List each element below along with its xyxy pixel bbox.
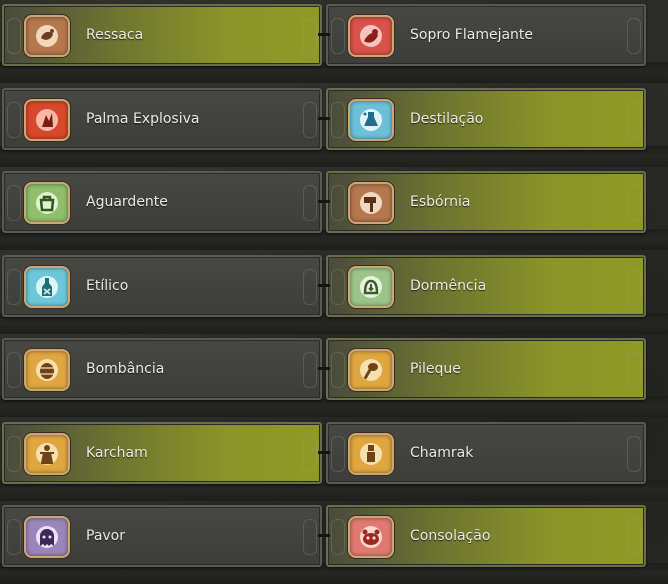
ornament-left [7, 18, 21, 54]
spell-card-left[interactable]: Aguardente [2, 171, 322, 233]
spell-card-left[interactable]: Palma Explosiva [2, 88, 322, 150]
ornament-right [627, 436, 641, 472]
rank-stars: ★ ★ [27, 381, 67, 391]
ornament-right [627, 269, 641, 305]
spell-card-right[interactable]: Esbórnia [326, 171, 646, 233]
ornament-right [303, 436, 317, 472]
rank-stars: ★ ★ [27, 465, 67, 475]
ornament-left [331, 519, 345, 555]
ornament-right [303, 352, 317, 388]
spell-row: Palma Explosiva Destilação [0, 84, 668, 167]
spell-card-right[interactable]: Sopro Flamejante [326, 4, 646, 66]
explosive-palm-icon [24, 99, 70, 141]
spell-name: Palma Explosiva [86, 111, 200, 127]
spell-name: Aguardente [86, 194, 168, 210]
spell-card-right[interactable]: ★ ★ Chamrak [326, 422, 646, 484]
fist-icon [24, 15, 70, 57]
spell-card-right[interactable]: Dormência [326, 255, 646, 317]
variant-connector [318, 534, 330, 537]
spell-card-right[interactable]: Destilação [326, 88, 646, 150]
ornament-left [7, 519, 21, 555]
spell-card-left[interactable]: Pavor [2, 505, 322, 567]
ornament-left [7, 185, 21, 221]
spell-row: Pavor Consolação [0, 501, 668, 584]
variant-connector [318, 117, 330, 120]
ornament-right [627, 102, 641, 138]
ornament-right [303, 18, 317, 54]
ornament-right [627, 352, 641, 388]
spell-name: Dormência [410, 278, 487, 294]
spell-row: ★ ★ Karcham ★ ★ Chamrak [0, 418, 668, 501]
variant-connector [318, 284, 330, 287]
spell-name: Sopro Flamejante [410, 27, 534, 43]
ornament-left [331, 269, 345, 305]
spell-card-left[interactable]: Etílico [2, 255, 322, 317]
ornament-left [331, 352, 345, 388]
spell-card-right[interactable]: Consolação [326, 505, 646, 567]
ornament-left [331, 102, 345, 138]
spell-row: Aguardente Esbórnia [0, 167, 668, 250]
spell-card-left[interactable]: ★ ★ Bombância [2, 338, 322, 400]
variant-connector [318, 451, 330, 454]
ghost-icon [24, 516, 70, 558]
flask-icon [348, 99, 394, 141]
spell-card-left[interactable]: ★ ★ Karcham [2, 422, 322, 484]
spell-name: Ressaca [86, 27, 144, 43]
ornament-right [627, 185, 641, 221]
ornament-left [7, 102, 21, 138]
spell-name: Pileque [410, 361, 461, 377]
ornament-right [627, 519, 641, 555]
ornament-left [331, 436, 345, 472]
bottle-icon [24, 266, 70, 308]
ornament-left [331, 185, 345, 221]
spell-name: Karcham [86, 445, 148, 461]
spell-name: Esbórnia [410, 194, 471, 210]
spell-name: Pavor [86, 528, 125, 544]
variant-connector [318, 367, 330, 370]
ornament-right [303, 269, 317, 305]
spell-name: Chamrak [410, 445, 474, 461]
spell-name: Etílico [86, 278, 129, 294]
spell-row: Ressaca Sopro Flamejante [0, 0, 668, 83]
spell-card-right[interactable]: ★ ★ Pileque [326, 338, 646, 400]
ornament-left [7, 436, 21, 472]
ornament-right [303, 102, 317, 138]
totem-icon: ★ ★ [348, 433, 394, 475]
ornament-left [331, 18, 345, 54]
spell-row: ★ ★ Bombância ★ ★ Pileque [0, 334, 668, 417]
rank-stars: ★ ★ [351, 381, 391, 391]
bell-icon [348, 266, 394, 308]
spell-name: Bombância [86, 361, 165, 377]
spell-row: Etílico Dormência [0, 251, 668, 334]
fire-breath-icon [348, 15, 394, 57]
spell-name: Consolação [410, 528, 491, 544]
hammer-icon [348, 182, 394, 224]
variant-connector [318, 33, 330, 36]
warrior-icon: ★ ★ [24, 433, 70, 475]
ornament-right [627, 18, 641, 54]
ornament-right [303, 185, 317, 221]
bag-icon [24, 182, 70, 224]
ornament-left [7, 352, 21, 388]
ornament-left [7, 269, 21, 305]
rank-stars: ★ ★ [351, 465, 391, 475]
spell-card-left[interactable]: Ressaca [2, 4, 322, 66]
variant-connector [318, 200, 330, 203]
drumstick-icon: ★ ★ [348, 349, 394, 391]
barrel-icon: ★ ★ [24, 349, 70, 391]
panda-icon [348, 516, 394, 558]
spell-name: Destilação [410, 111, 484, 127]
ornament-right [303, 519, 317, 555]
